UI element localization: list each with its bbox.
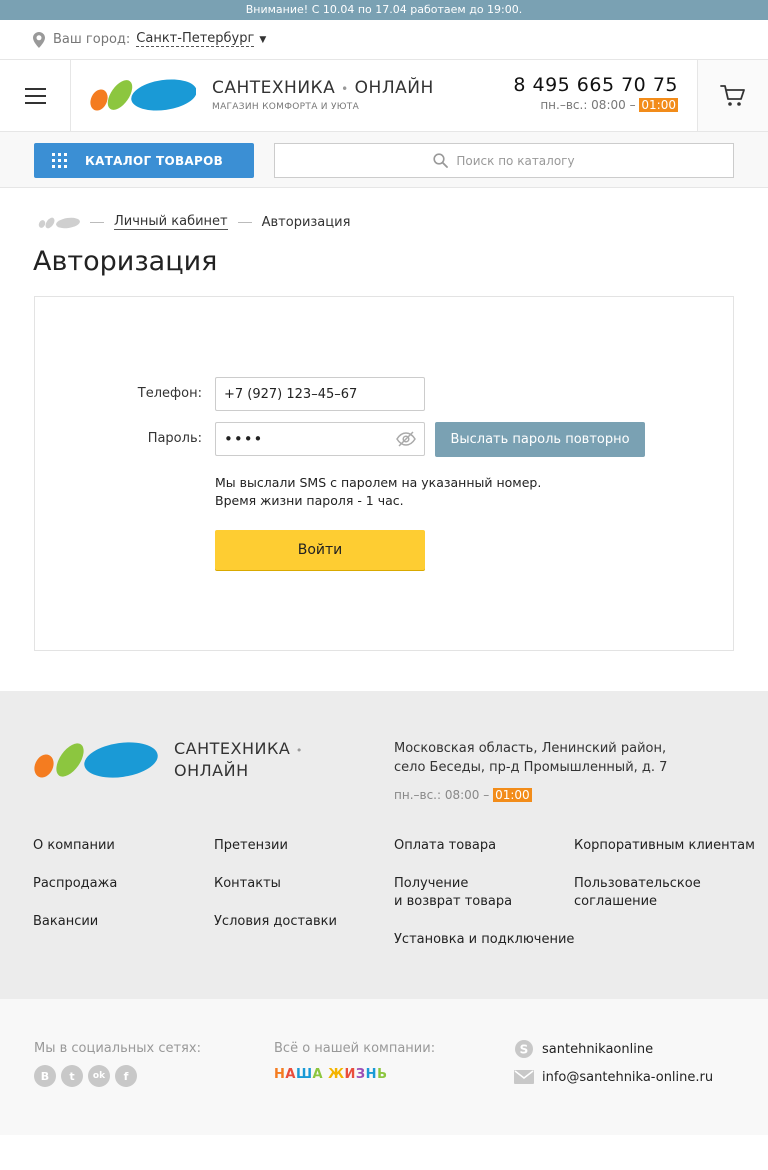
- hamburger-icon-line: [24, 94, 46, 97]
- footer-logo-text: САНТЕХНИКА • ОНЛАЙН: [174, 739, 303, 780]
- home-logo-icon[interactable]: [38, 217, 80, 229]
- email-contact[interactable]: info@santehnika-online.ru: [514, 1067, 713, 1087]
- footer-link[interactable]: Условия доставки: [214, 913, 337, 931]
- phone-field-value: +7 (927) 123–45–67: [224, 386, 358, 402]
- password-field-value: ••••: [224, 430, 264, 448]
- skype-contact[interactable]: S santehnikaonline: [514, 1039, 653, 1059]
- skype-login: santehnikaonline: [542, 1041, 654, 1057]
- password-label: Пароль:: [147, 431, 202, 446]
- footer-link[interactable]: Получение и возврат товара: [394, 875, 574, 911]
- search-icon: [433, 153, 449, 168]
- footer-logo[interactable]: САНТЕХНИКА • ОНЛАЙН: [34, 739, 303, 781]
- svg-text:S: S: [520, 1043, 529, 1057]
- menu-button[interactable]: [0, 60, 71, 131]
- password-field[interactable]: ••••: [215, 422, 425, 456]
- logo-subtitle: МАГАЗИН КОМФОРТА И УЮТА: [212, 102, 360, 112]
- footer: САНТЕХНИКА • ОНЛАЙН Московская область, …: [0, 691, 768, 999]
- mail-icon: [514, 1067, 534, 1087]
- footer-link[interactable]: Контакты: [214, 875, 337, 893]
- header: САНТЕХНИКА • ОНЛАЙН МАГАЗИН КОМФОРТА И У…: [0, 60, 768, 132]
- footer-link[interactable]: Оплата товара: [394, 837, 574, 855]
- sms-note: Мы выслали SMS с паролем на указанный но…: [215, 474, 541, 510]
- breadcrumb-separator: [237, 222, 252, 223]
- footer-link[interactable]: Корпоративным клиентам: [574, 837, 755, 855]
- page-title: Авторизация: [33, 246, 218, 277]
- chevron-down-icon[interactable]: ▼: [259, 35, 266, 45]
- phone-label: Телефон:: [137, 386, 202, 401]
- city-select[interactable]: Санкт-Петербург: [136, 32, 255, 47]
- phone-field[interactable]: +7 (927) 123–45–67: [215, 377, 425, 411]
- auth-form: Телефон: +7 (927) 123–45–67 Пароль: ••••…: [34, 296, 734, 651]
- footer-links-col3: Оплата товара Получение и возврат товара …: [394, 837, 574, 969]
- footer-link[interactable]: Претензии: [214, 837, 337, 855]
- about-block: Всё о нашей компании: НАША ЖИЗНЬ: [274, 1041, 435, 1082]
- city-label: Ваш город:: [53, 32, 131, 47]
- hamburger-icon: [24, 87, 46, 90]
- breadcrumb-current: Авторизация: [261, 215, 351, 230]
- footer-address: Московская область, Ленинский район, сел…: [394, 741, 668, 775]
- grid-icon: [52, 153, 67, 168]
- social-block: Мы в социальных сетях: В t ok f: [34, 1041, 201, 1087]
- sms-note-line: Мы выслали SMS с паролем на указанный но…: [215, 475, 542, 490]
- vk-icon[interactable]: В: [34, 1065, 56, 1087]
- working-hours: пн.–вс.: 08:00 – 01:00: [540, 98, 678, 112]
- logo-icon: [34, 742, 158, 778]
- nasha-zhizn-logo[interactable]: НАША ЖИЗНЬ: [274, 1067, 435, 1082]
- about-label: Всё о нашей компании:: [274, 1041, 436, 1056]
- location-pin-icon: [33, 31, 45, 48]
- odnoklassniki-icon[interactable]: ok: [88, 1065, 110, 1087]
- twitter-icon[interactable]: t: [61, 1065, 83, 1087]
- bottom-bar: Мы в социальных сетях: В t ok f Всё о на…: [0, 999, 768, 1135]
- breadcrumb-separator: [90, 222, 104, 223]
- social-label: Мы в социальных сетях:: [34, 1041, 201, 1056]
- sms-note-line: Время жизни пароля - 1 час.: [215, 493, 404, 508]
- toolbar: КАТАЛОГ ТОВАРОВ Поиск по каталогу: [0, 132, 768, 188]
- breadcrumb: Личный кабинет Авторизация: [38, 215, 350, 230]
- logo-link[interactable]: САНТЕХНИКА • ОНЛАЙН МАГАЗИН КОМФОРТА И У…: [90, 76, 434, 114]
- login-button[interactable]: Войти: [215, 530, 425, 570]
- logo-title: САНТЕХНИКА • ОНЛАЙН: [212, 78, 434, 98]
- resend-password-button[interactable]: Выслать пароль повторно: [435, 422, 645, 457]
- search-placeholder: Поиск по каталогу: [456, 153, 575, 168]
- contact-block: 8 495 665 70 75 пн.–вс.: 08:00 – 01:00: [513, 74, 678, 112]
- skype-icon: S: [514, 1039, 534, 1059]
- footer-links-col1: О компании Распродажа Вакансии: [33, 837, 117, 951]
- hamburger-icon-line: [24, 101, 46, 104]
- facebook-icon[interactable]: f: [115, 1065, 137, 1087]
- footer-link[interactable]: Установка и подключение: [394, 931, 574, 949]
- footer-links-col4: Корпоративным клиентам Пользовательское с…: [574, 837, 755, 931]
- city-bar: Ваш город: Санкт-Петербург ▼: [0, 20, 768, 60]
- footer-links-col2: Претензии Контакты Условия доставки: [214, 837, 337, 951]
- phone-number[interactable]: 8 495 665 70 75: [513, 74, 678, 96]
- notice-bar: Внимание! С 10.04 по 17.04 работаем до 1…: [0, 0, 768, 20]
- breadcrumb-link-cabinet[interactable]: Личный кабинет: [114, 215, 228, 230]
- footer-link[interactable]: Распродажа: [33, 875, 117, 893]
- catalog-button-label: КАТАЛОГ ТОВАРОВ: [85, 153, 224, 168]
- catalog-button[interactable]: КАТАЛОГ ТОВАРОВ: [34, 143, 254, 178]
- footer-hours: пн.–вс.: 08:00 – 01:00: [394, 788, 532, 802]
- cart-icon: [720, 84, 745, 106]
- eye-hidden-icon[interactable]: [396, 431, 416, 447]
- footer-link[interactable]: О компании: [33, 837, 117, 855]
- email-address: info@santehnika-online.ru: [542, 1069, 714, 1085]
- logo-icon: [90, 79, 196, 111]
- footer-link[interactable]: Пользовательское соглашение: [574, 875, 755, 911]
- search-input[interactable]: Поиск по каталогу: [274, 143, 734, 178]
- cart-button[interactable]: [697, 60, 768, 131]
- footer-link[interactable]: Вакансии: [33, 913, 117, 931]
